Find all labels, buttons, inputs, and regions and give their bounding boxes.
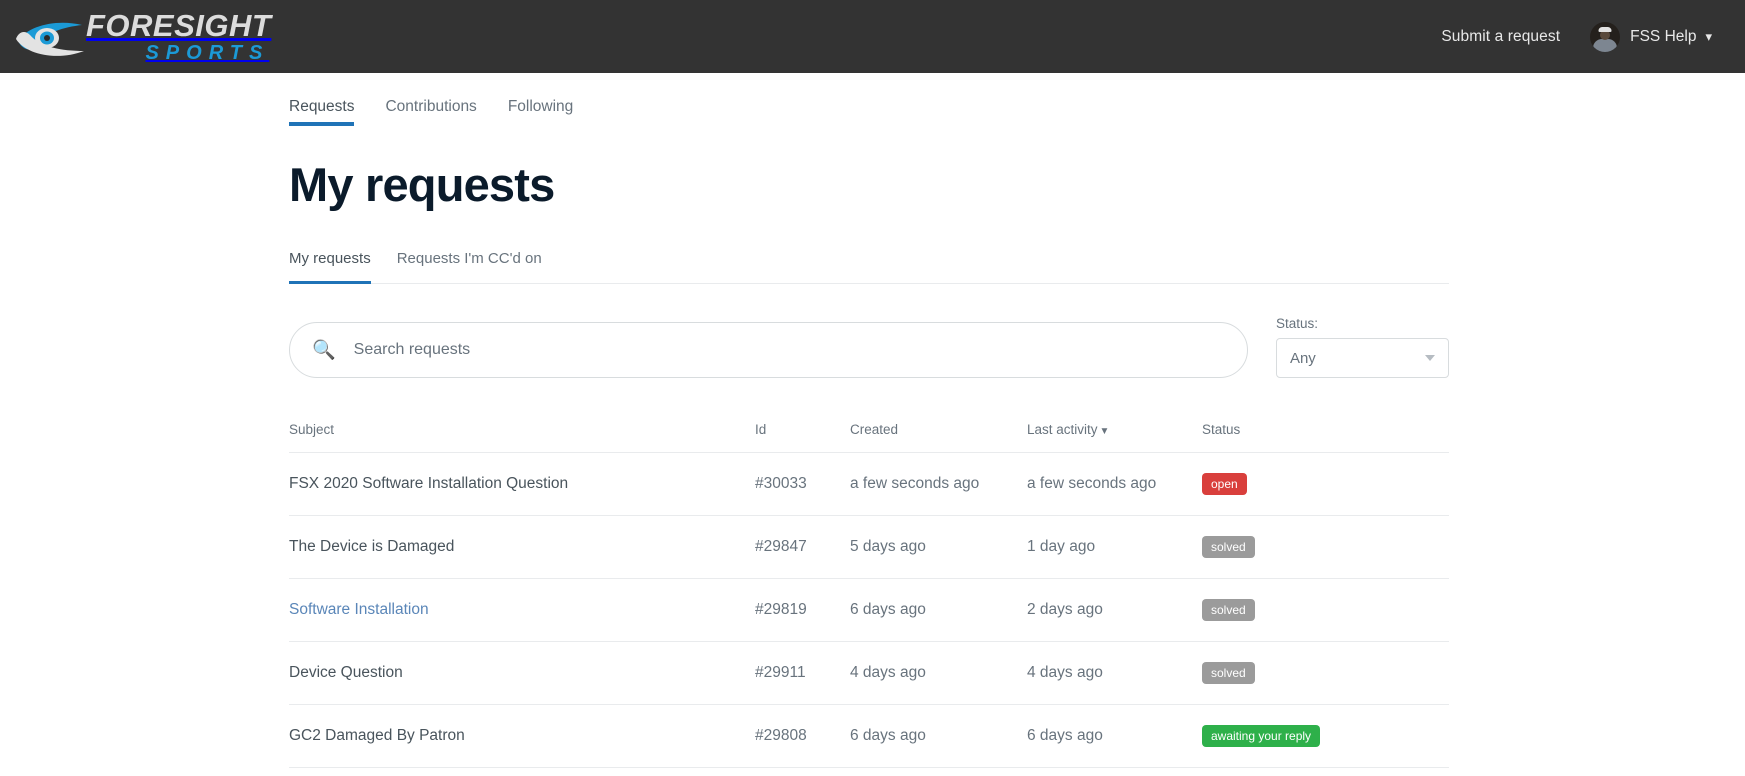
request-subject-link[interactable]: The Device is Damaged: [289, 538, 454, 555]
search-icon: 🔍: [312, 339, 336, 361]
chevron-down-icon: ▾: [1705, 29, 1712, 44]
cell-last-activity: a few seconds ago: [1027, 452, 1202, 517]
table-header-row: Subject Id Created Last activity ▼ Status: [289, 422, 1449, 454]
table-row[interactable]: Software Installation #29819 6 days ago …: [289, 578, 1449, 643]
status-badge: awaiting your reply: [1202, 725, 1321, 748]
cell-subject: Software Installation: [289, 578, 755, 643]
cell-last-activity: 6 days ago: [1027, 704, 1202, 769]
cell-id: #29808: [755, 704, 850, 769]
status-filter-select[interactable]: Any: [1275, 338, 1449, 379]
table-row[interactable]: GC2 Damaged By Patron #29808 6 days ago …: [289, 704, 1449, 769]
column-header-last-activity[interactable]: Last activity ▼: [1027, 422, 1202, 454]
subtab-requests-ccd-on[interactable]: Requests I'm CC'd on: [397, 250, 542, 283]
cell-status: solved: [1202, 578, 1449, 643]
request-subject-link[interactable]: FSX 2020 Software Installation Question: [289, 475, 568, 492]
request-subject-link[interactable]: GC2 Damaged By Patron: [289, 727, 465, 744]
column-header-id[interactable]: Id: [755, 422, 850, 454]
cell-last-activity: 4 days ago: [1027, 641, 1202, 706]
caret-down-icon: [1425, 355, 1435, 362]
request-subject-link[interactable]: Software Installation: [289, 601, 429, 618]
cell-subject: GC2 Damaged By Patron: [289, 704, 755, 769]
cell-status: awaiting your reply: [1202, 704, 1449, 769]
search-requests-box[interactable]: 🔍: [289, 322, 1248, 379]
page-content: Requests Contributions Following My requ…: [289, 73, 1449, 769]
search-input[interactable]: [351, 322, 1225, 379]
nav-tab-following[interactable]: Following: [508, 98, 573, 126]
avatar: [1590, 21, 1621, 52]
header-right-actions: Submit a request FSS Help ▾: [1441, 21, 1712, 52]
cell-last-activity: 1 day ago: [1027, 515, 1202, 580]
cell-status: solved: [1202, 515, 1449, 580]
cell-id: #29819: [755, 578, 850, 643]
page-title: My requests: [289, 158, 555, 211]
requests-table-body: FSX 2020 Software Installation Question …: [289, 452, 1449, 769]
request-subject-link[interactable]: Device Question: [289, 664, 403, 681]
logo-wordmark: FORESIGHT SPORTS: [86, 10, 271, 63]
sort-descending-icon: ▼: [1099, 426, 1110, 438]
cell-subject: The Device is Damaged: [289, 515, 755, 580]
column-header-status[interactable]: Status: [1202, 422, 1449, 454]
site-header: FORESIGHT SPORTS Submit a request FSS He…: [0, 0, 1745, 73]
column-header-subject[interactable]: Subject: [289, 422, 755, 454]
cell-last-activity: 2 days ago: [1027, 578, 1202, 643]
table-row[interactable]: FSX 2020 Software Installation Question …: [289, 452, 1449, 517]
logo-text-sports: SPORTS: [145, 42, 270, 64]
cell-id: #29847: [755, 515, 850, 580]
primary-nav-tabs: Requests Contributions Following: [289, 73, 1449, 126]
status-badge: solved: [1202, 536, 1255, 559]
status-badge: solved: [1202, 662, 1255, 685]
filter-row: 🔍 Status: Any: [289, 316, 1449, 379]
column-header-last-activity-label: Last activity: [1027, 422, 1098, 438]
cell-subject: FSX 2020 Software Installation Question: [289, 452, 755, 517]
cell-subject: Device Question: [289, 641, 755, 706]
status-filter: Status: Any: [1275, 316, 1449, 379]
nav-tab-contributions[interactable]: Contributions: [385, 98, 476, 126]
nav-tab-requests[interactable]: Requests: [289, 98, 355, 126]
requests-subtabs: My requests Requests I'm CC'd on: [289, 250, 1449, 285]
cell-status: open: [1202, 452, 1449, 517]
status-badge: open: [1202, 473, 1247, 496]
cell-created: a few seconds ago: [850, 452, 1027, 517]
user-menu[interactable]: FSS Help ▾: [1590, 21, 1712, 52]
requests-table: Subject Id Created Last activity ▼ Status…: [289, 422, 1449, 769]
user-name-label: FSS Help: [1630, 27, 1697, 45]
table-row[interactable]: Device Question #29911 4 days ago 4 days…: [289, 641, 1449, 706]
column-header-created[interactable]: Created: [850, 422, 1027, 454]
status-filter-value: Any: [1289, 349, 1316, 367]
cell-status: solved: [1202, 641, 1449, 706]
status-badge: solved: [1202, 599, 1255, 622]
cell-id: #29911: [755, 641, 850, 706]
cell-created: 6 days ago: [850, 704, 1027, 769]
cell-id: #30033: [755, 452, 850, 517]
cell-created: 4 days ago: [850, 641, 1027, 706]
foresight-eye-swoosh-icon: [14, 11, 92, 63]
subtab-my-requests[interactable]: My requests: [289, 250, 371, 285]
submit-a-request-link[interactable]: Submit a request: [1441, 28, 1560, 46]
foresight-sports-logo[interactable]: FORESIGHT SPORTS: [14, 10, 271, 63]
logo-text-foresight: FORESIGHT: [86, 8, 272, 43]
cell-created: 5 days ago: [850, 515, 1027, 580]
cell-created: 6 days ago: [850, 578, 1027, 643]
status-filter-label: Status:: [1275, 316, 1318, 332]
table-row[interactable]: The Device is Damaged #29847 5 days ago …: [289, 515, 1449, 580]
